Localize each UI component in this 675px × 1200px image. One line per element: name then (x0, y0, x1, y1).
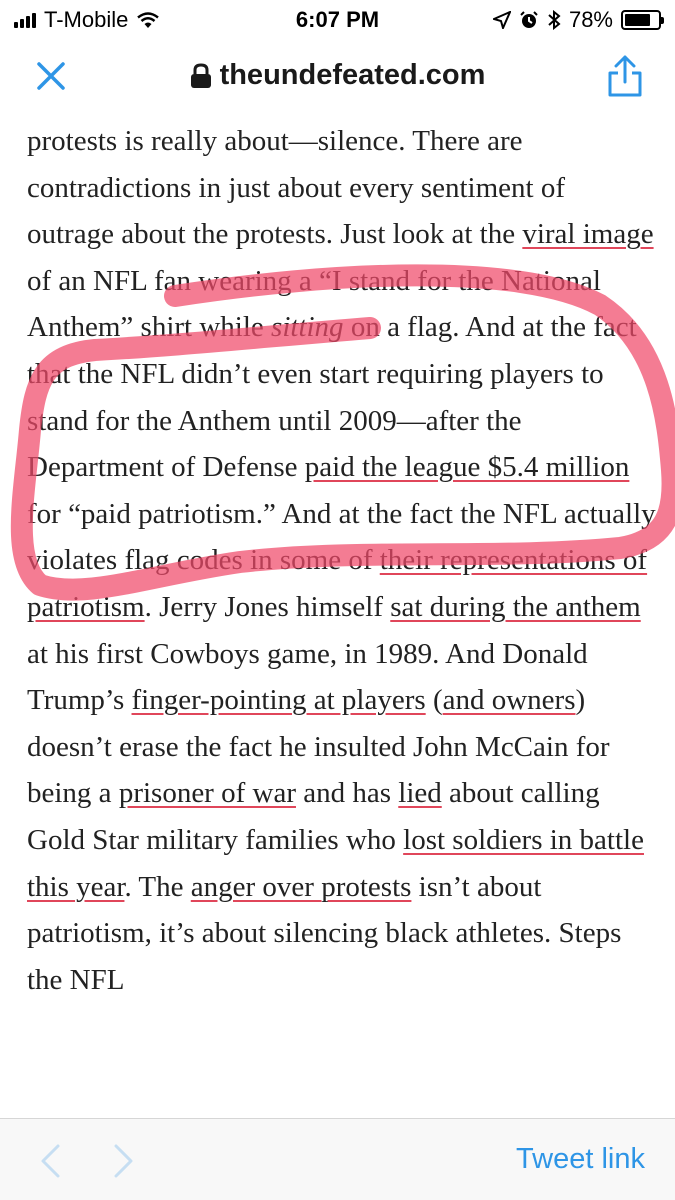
article-link[interactable]: sat during the anthem (390, 591, 640, 623)
article-link[interactable]: anger over protests (191, 871, 412, 903)
bluetooth-icon (548, 10, 561, 30)
article-link[interactable]: and owners (443, 684, 576, 716)
bottom-toolbar: Tweet link (0, 1118, 675, 1200)
share-icon[interactable] (605, 54, 645, 98)
location-arrow-icon (492, 11, 511, 29)
article-text: . Jerry Jones himself (144, 590, 391, 623)
article-link[interactable]: paid the league $5.4 million (305, 451, 630, 483)
battery-fill (625, 14, 650, 26)
status-bar: T-Mobile 6:07 PM 78% (0, 0, 675, 40)
article-link[interactable]: lied (398, 777, 442, 809)
browser-nav-bar: theundefeated.com (0, 40, 675, 114)
article-paragraph: protests is really about—silence. There … (27, 118, 657, 1003)
tweet-link-button[interactable]: Tweet link (516, 1143, 645, 1176)
article-text: and has (295, 777, 399, 810)
article-text: ( (425, 684, 443, 717)
battery-percent: 78% (568, 7, 613, 32)
url-display[interactable]: theundefeated.com (0, 59, 675, 92)
article-text: sitting (271, 311, 344, 344)
domain-label: theundefeated.com (219, 59, 486, 91)
lock-icon (190, 62, 211, 88)
article-link[interactable]: viral image (522, 218, 653, 250)
battery-icon (621, 10, 664, 30)
chevron-right-icon[interactable] (112, 1143, 136, 1179)
article-body: protests is really about—silence. There … (27, 118, 657, 1118)
chevron-left-icon[interactable] (38, 1143, 62, 1179)
article-link[interactable]: prisoner of war (119, 777, 296, 809)
article-link[interactable]: finger-pointing at players (132, 684, 426, 716)
article-text: . The (124, 870, 191, 903)
status-right: 78% (492, 7, 664, 33)
alarm-icon (520, 11, 538, 28)
article-text: protests is really about—silence. There … (27, 125, 565, 251)
